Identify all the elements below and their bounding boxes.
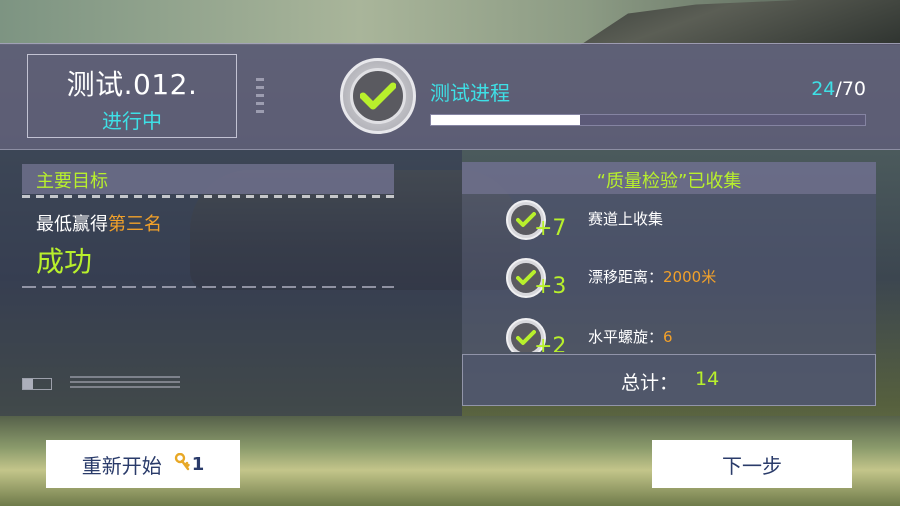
collected-heading: “质量检验”已收集 [596,171,742,192]
progress-bar-fill [431,115,580,125]
objective-prefix: 最低赢得 [36,214,108,235]
test-info-box: 测试.012. 进行中 [27,54,237,138]
objective-highlight: 第三名 [108,214,162,235]
next-label: 下一步 [722,453,782,478]
decorative-bars [256,78,266,138]
total-box: 总计： 14 [462,354,876,406]
dotted-divider [22,286,394,288]
collected-panel: “质量检验”已收集 +7 赛道上收集 +3 漂移距离：2000米 +2 水平螺旋… [462,162,876,406]
item-label: 赛道上收集 [588,210,664,228]
progress-count: 24/70 [811,78,866,100]
restart-label: 重新开始 [81,453,162,478]
test-progress-band: 测试.012. 进行中 测试进程 24/70 [0,43,900,150]
objective-heading: 主要目标 [36,171,108,192]
collected-list[interactable]: +7 赛道上收集 +3 漂移距离：2000米 +2 水平螺旋：6 [462,196,876,352]
progress-total: 70 [841,78,866,100]
item-points: +3 [534,274,567,299]
progress-bar [430,114,866,126]
decorative-microtext [70,376,180,390]
objective-result: 成功 [36,245,93,278]
objective-text: 最低赢得第三名 [36,210,162,236]
test-title: 测试.012. [66,68,198,101]
item-label: 水平螺旋：6 [588,328,673,346]
collected-header: “质量检验”已收集 [462,162,876,194]
test-status: 进行中 [102,109,162,133]
completion-badge [340,58,416,134]
checkmark-icon [516,270,536,285]
next-button[interactable]: 下一步 [652,440,852,488]
total-value: 14 [695,368,720,390]
progress-label: 测试进程 [430,81,510,105]
progress-current: 24 [811,78,836,100]
decorative-indicator [22,378,52,390]
restart-button[interactable]: 重新开始 1 [46,440,240,488]
list-item: +2 水平螺旋：6 [462,318,876,352]
header-strip [22,195,394,198]
checkmark-icon [360,82,396,110]
restart-cost: 1 [191,453,205,475]
objective-panel: 主要目标 最低赢得第三名 成功 [0,150,462,416]
checkmark-icon [516,212,536,227]
item-label: 漂移距离：2000米 [588,268,717,286]
objective-header: 主要目标 [22,164,394,194]
checkmark-icon [516,330,536,345]
list-item: +7 赛道上收集 [462,200,876,262]
key-icon [174,452,190,476]
total-label: 总计： [621,372,679,394]
list-item: +3 漂移距离：2000米 [462,258,876,320]
item-points: +7 [534,216,567,241]
item-points: +2 [534,334,567,352]
